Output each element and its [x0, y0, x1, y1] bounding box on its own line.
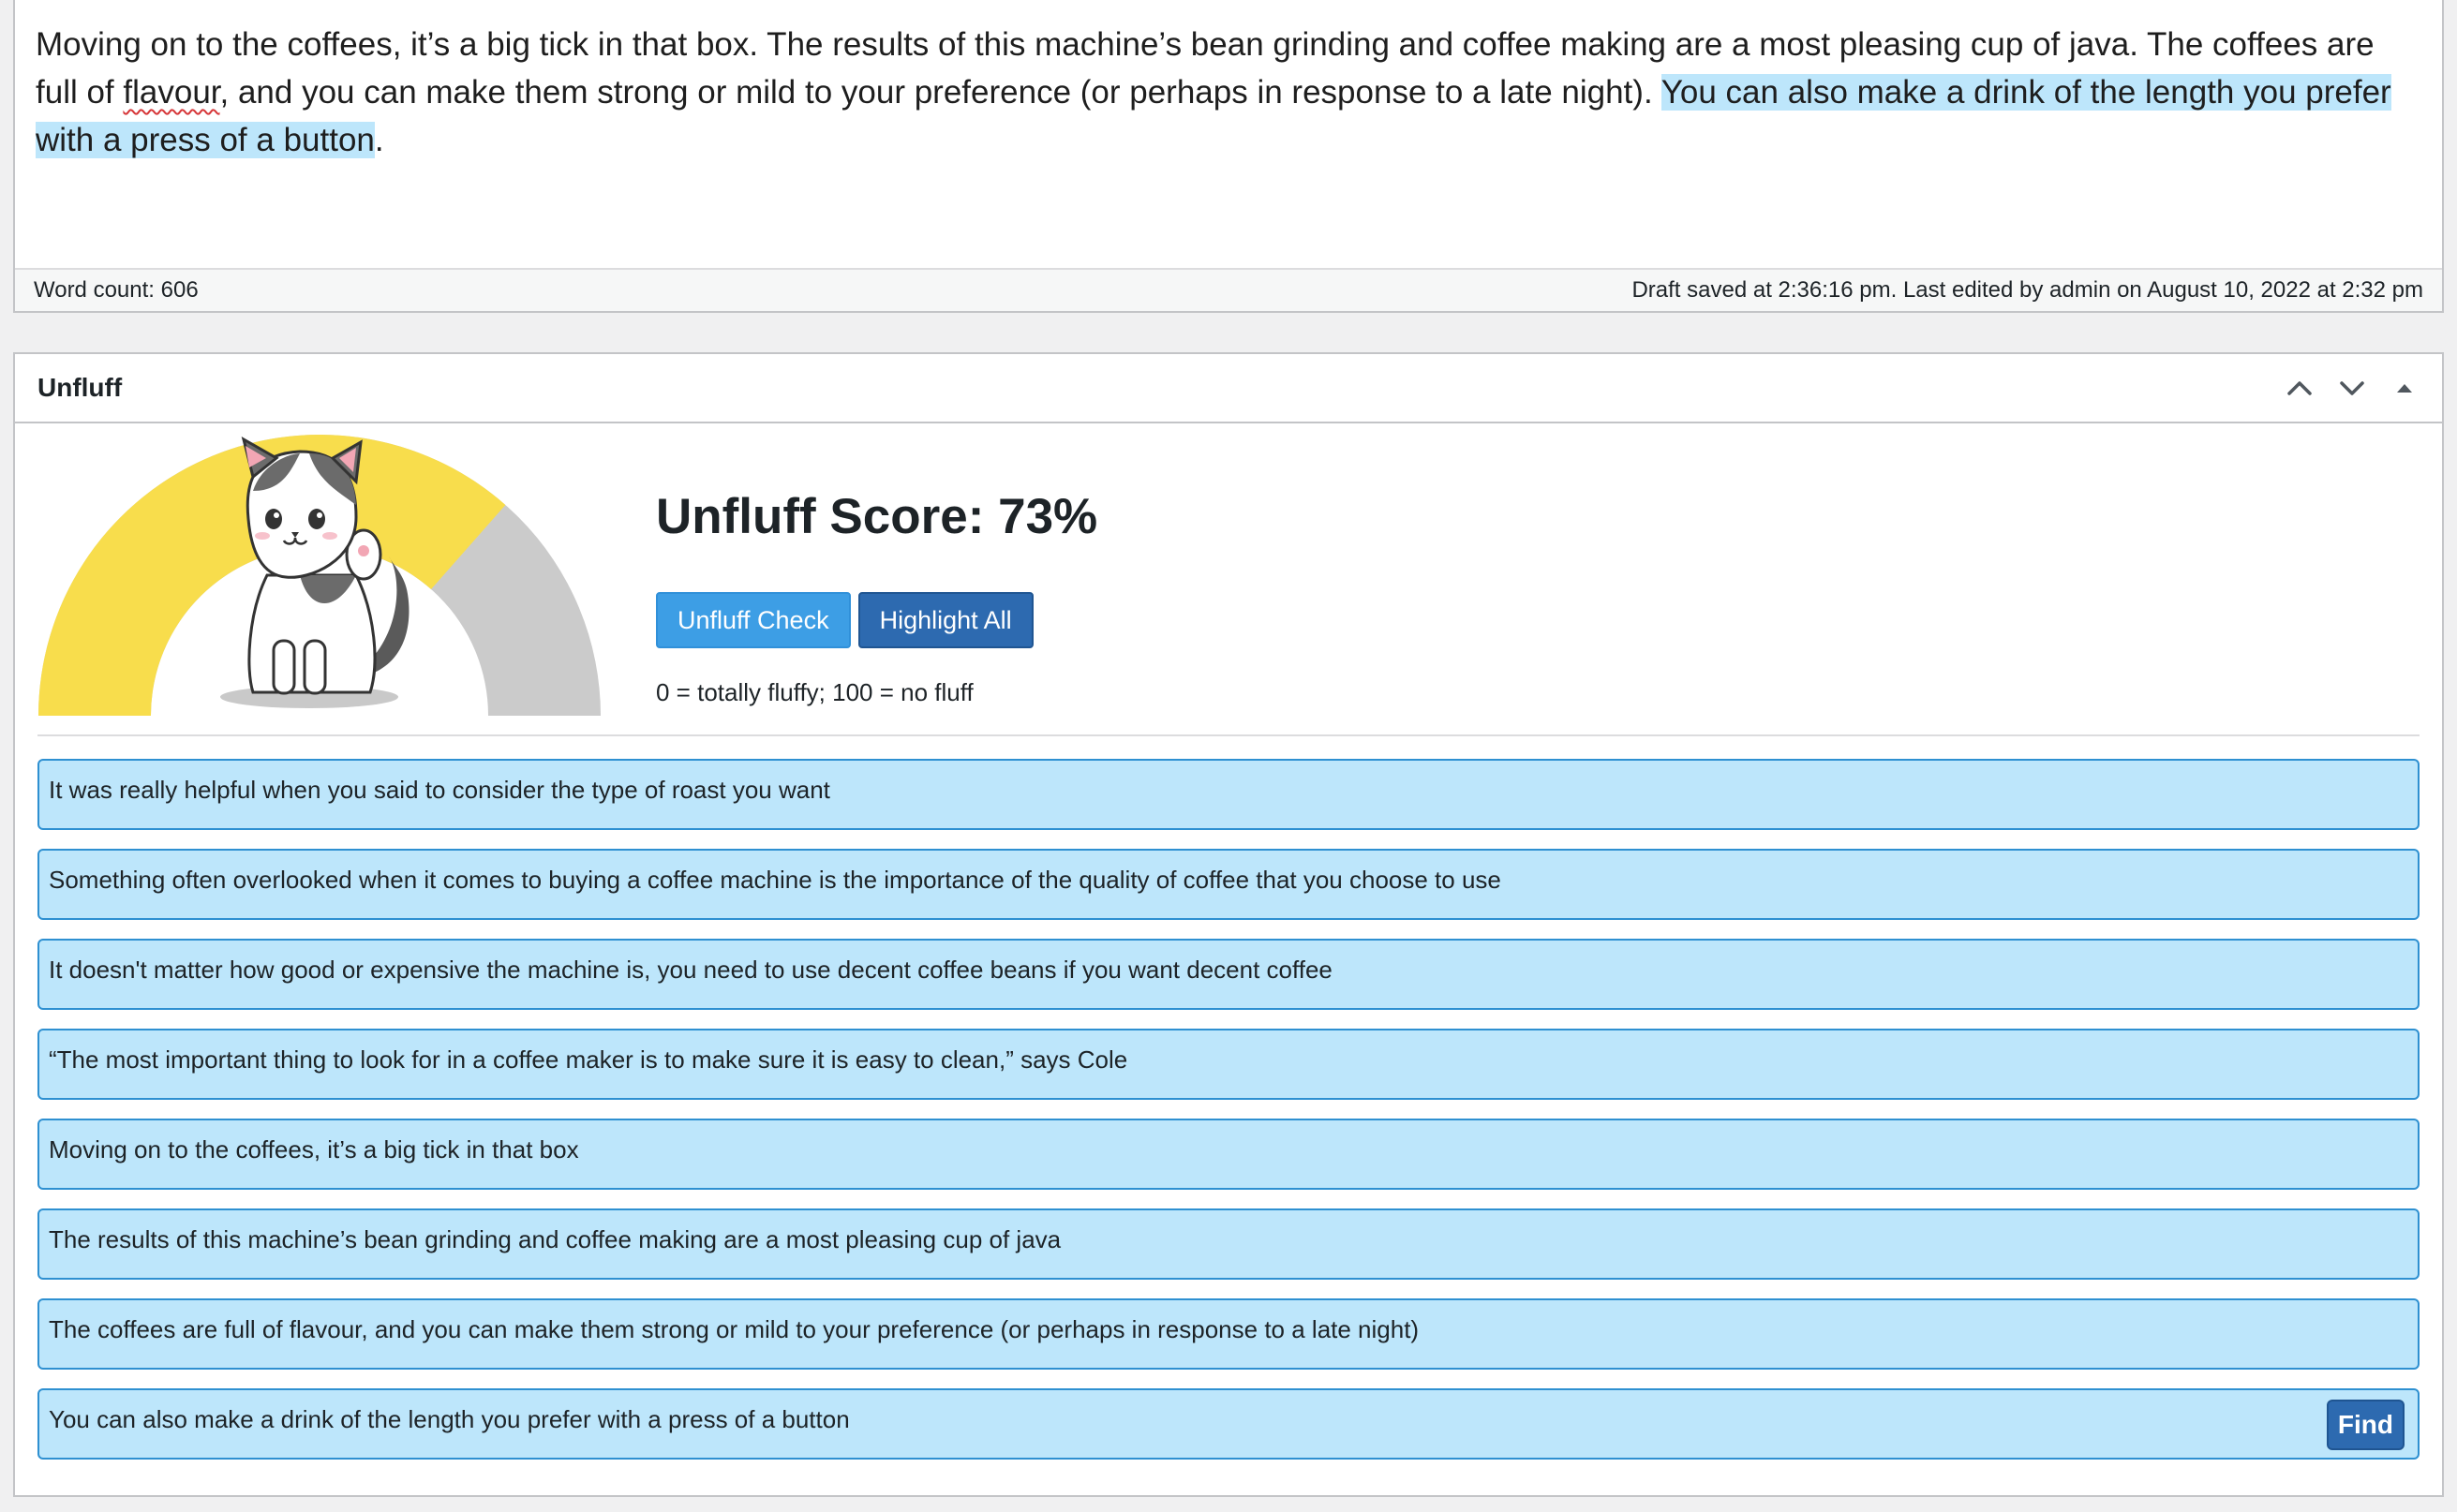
panel-controls [2283, 371, 2421, 405]
list-item-text: Moving on to the coffees, it’s a big tic… [49, 1135, 579, 1164]
list-item[interactable]: Something often overlooked when it comes… [37, 849, 2420, 920]
list-item-text: It was really helpful when you said to c… [49, 776, 830, 804]
list-item[interactable]: It doesn't matter how good or expensive … [37, 939, 2420, 1010]
list-item-text: The coffees are full of flavour, and you… [49, 1315, 1420, 1343]
find-button[interactable]: Find [2326, 1400, 2405, 1450]
highlight-all-button[interactable]: Highlight All [857, 592, 1034, 648]
post-editor[interactable]: Moving on to the coffees, it’s a big tic… [13, 0, 2444, 313]
list-item[interactable]: It was really helpful when you said to c… [37, 759, 2420, 830]
editor-status-bar: Word count: 606 Draft saved at 2:36:16 p… [15, 268, 2442, 311]
list-item[interactable]: The results of this machine’s bean grind… [37, 1208, 2420, 1280]
editor-content[interactable]: Moving on to the coffees, it’s a big tic… [15, 0, 2442, 268]
unfluff-panel: Unfluff Unfluff Score: 73% Unfluff Check… [13, 352, 2444, 1497]
score-legend: 0 = totally fluffy; 100 = no fluff [656, 678, 974, 706]
list-item[interactable]: You can also make a drink of the length … [37, 1388, 2420, 1460]
divider [37, 734, 2420, 736]
misspelled-word[interactable]: flavour [123, 74, 219, 111]
list-item-text: It doesn't matter how good or expensive … [49, 956, 1333, 984]
list-item-text: You can also make a drink of the length … [49, 1405, 850, 1433]
list-item[interactable]: “The most important thing to look for in… [37, 1029, 2420, 1100]
triangle-up-icon[interactable] [2388, 371, 2421, 405]
unfluff-check-button[interactable]: Unfluff Check [656, 592, 851, 648]
list-item[interactable]: Moving on to the coffees, it’s a big tic… [37, 1119, 2420, 1190]
score-gauge [38, 435, 601, 716]
editor-text: , and you can make them strong or mild t… [219, 74, 1661, 111]
editor-text: . [374, 122, 384, 158]
list-item-text: Something often overlooked when it comes… [49, 866, 1501, 894]
list-item[interactable]: The coffees are full of flavour, and you… [37, 1298, 2420, 1370]
draft-status: Draft saved at 2:36:16 pm. Last edited b… [1631, 277, 2423, 303]
list-item-text: “The most important thing to look for in… [49, 1045, 1128, 1074]
list-item-text: The results of this machine’s bean grind… [49, 1225, 1062, 1253]
panel-header[interactable]: Unfluff [15, 354, 2442, 423]
chevron-down-icon[interactable] [2335, 371, 2369, 405]
fluff-sentence-list: It was really helpful when you said to c… [37, 759, 2420, 1478]
score-block: Unfluff Score: 73% Unfluff Check Highlig… [656, 489, 1097, 707]
panel-title: Unfluff [37, 373, 123, 402]
score-row: Unfluff Score: 73% Unfluff Check Highlig… [15, 423, 2442, 725]
button-row: Unfluff Check Highlight All [656, 592, 1097, 648]
word-count: Word count: 606 [34, 277, 199, 303]
unfluff-score: Unfluff Score: 73% [656, 489, 1098, 544]
chevron-up-icon[interactable] [2283, 371, 2316, 405]
